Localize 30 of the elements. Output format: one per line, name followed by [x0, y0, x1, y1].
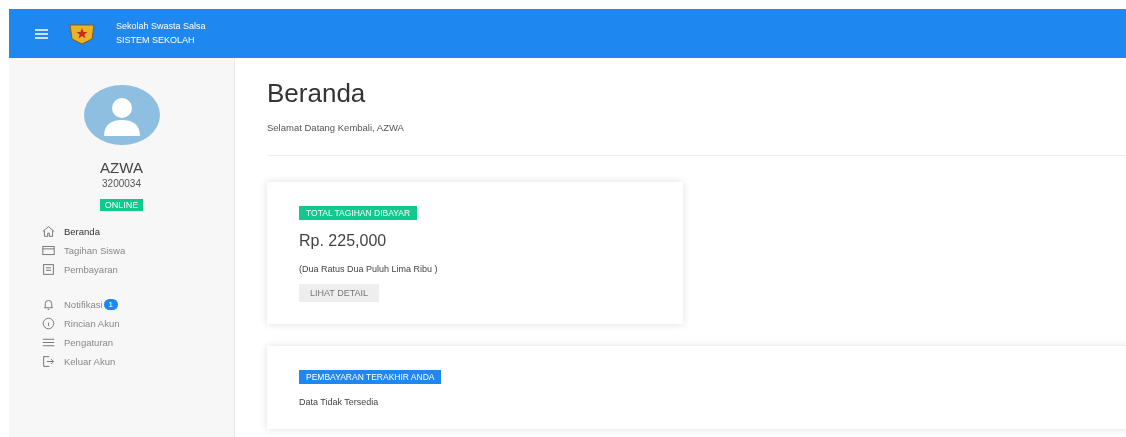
sidebar-item[interactable]: Beranda — [42, 224, 234, 239]
info-icon — [42, 317, 55, 330]
sidebar-item[interactable]: Pembayaran — [42, 262, 234, 277]
card-label: TOTAL TAGIHAN DIBAYAR — [299, 206, 418, 220]
card-note: Data Tidak Tersedia — [299, 397, 379, 407]
user-id: 3200034 — [102, 178, 141, 189]
menu-icon[interactable] — [35, 28, 48, 39]
card-label: PEMBAYARAN TERAKHIR ANDA — [299, 370, 442, 384]
status-badge: ONLINE — [99, 199, 144, 211]
amount-text: Rp. 225,000 — [299, 232, 387, 250]
card-note: (Dua Ratus Dua Puluh Lima Ribu ) — [299, 264, 438, 274]
page-title: Beranda — [267, 78, 367, 109]
sidebar-item[interactable]: Rincian Akun — [42, 316, 234, 331]
bell-icon — [42, 298, 55, 311]
card-icon — [42, 244, 55, 257]
user-name: AZWA — [100, 159, 143, 176]
logout-icon — [42, 355, 55, 368]
welcome-text: Selamat Datang Kembali, AZWA — [267, 122, 405, 133]
system-name: SISTEM SEKOLAH — [116, 35, 196, 46]
shield-logo-icon — [68, 22, 96, 45]
sidebar-item[interactable]: Keluar Akun — [42, 354, 234, 369]
sidebar-item[interactable]: Pengaturan — [42, 335, 234, 350]
sidebar-item[interactable]: Notifikasi 1 — [42, 297, 234, 312]
sidebar-item[interactable]: Tagihan Siswa — [42, 243, 234, 258]
home-icon — [42, 225, 55, 238]
school-name: Sekolah Swasta Salsa — [116, 21, 206, 32]
notification-count: 1 — [103, 299, 118, 310]
detail-button[interactable]: LIHAT DETAIL — [299, 284, 380, 302]
document-icon — [42, 263, 55, 276]
avatar-icon — [82, 84, 161, 146]
